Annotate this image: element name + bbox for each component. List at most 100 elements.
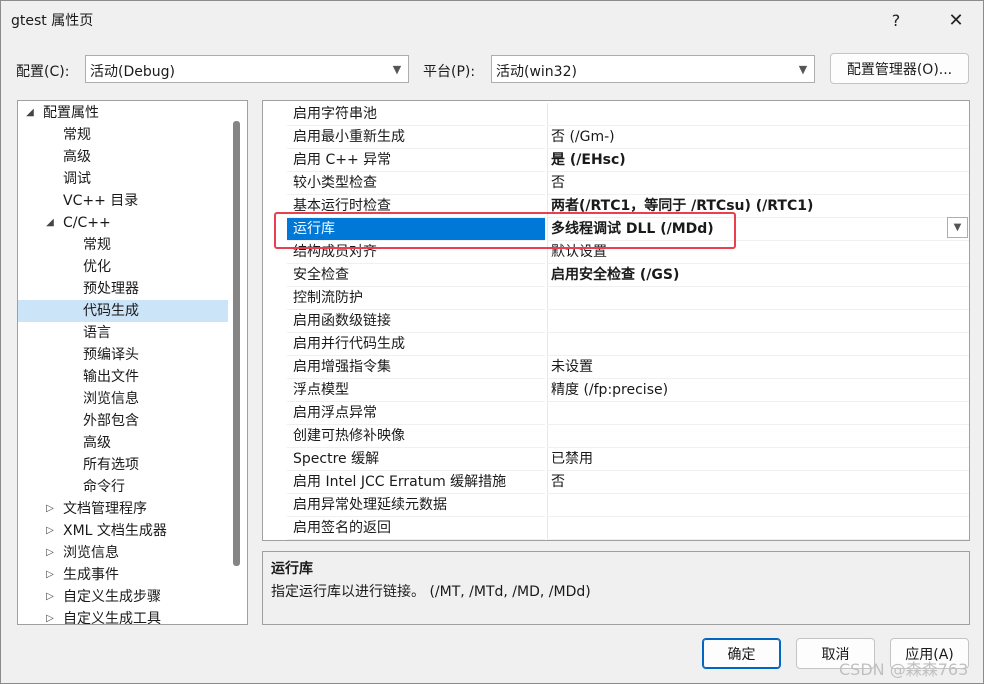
- close-button[interactable]: ✕: [933, 1, 979, 39]
- expand-arrow-icon[interactable]: ▷: [44, 564, 56, 586]
- description-title: 运行库: [271, 561, 313, 577]
- tree-item[interactable]: 浏览信息: [18, 388, 228, 410]
- tree-item-label: 语言: [83, 325, 111, 341]
- property-row[interactable]: 创建可热修补映像: [263, 425, 969, 448]
- tree-item[interactable]: 语言: [18, 322, 228, 344]
- property-name: 控制流防护: [287, 287, 545, 310]
- tree-item[interactable]: ▷ XML 文档生成器: [18, 520, 228, 542]
- collapse-arrow-icon[interactable]: ◢: [24, 102, 36, 124]
- property-name: 启用签名的返回: [287, 517, 545, 540]
- property-row[interactable]: 启用并行代码生成: [263, 333, 969, 356]
- tree-item-label: 自定义生成工具: [63, 611, 161, 625]
- tree-item-label: 优化: [83, 259, 111, 275]
- property-value[interactable]: 启用安全检查 (/GS): [547, 264, 969, 287]
- tree-item[interactable]: VC++ 目录: [18, 190, 228, 212]
- config-label: 配置(C):: [16, 64, 70, 80]
- tree-item[interactable]: 调试: [18, 168, 228, 190]
- tree-item-label: 预处理器: [83, 281, 139, 297]
- property-value[interactable]: 是 (/EHsc): [547, 149, 969, 172]
- expand-arrow-icon[interactable]: ▷: [44, 498, 56, 520]
- tree-item[interactable]: 优化: [18, 256, 228, 278]
- chevron-down-icon: ▼: [953, 222, 962, 233]
- platform-select[interactable]: 活动(win32) ▼: [491, 55, 815, 83]
- tree-item[interactable]: 代码生成: [18, 300, 228, 322]
- tree-item[interactable]: 所有选项: [18, 454, 228, 476]
- tree-item[interactable]: ▷ 生成事件: [18, 564, 228, 586]
- tree-item[interactable]: ▷ 自定义生成步骤: [18, 586, 228, 608]
- property-value[interactable]: [547, 287, 969, 310]
- expand-arrow-icon[interactable]: ▷: [44, 608, 56, 624]
- property-row[interactable]: 启用 C++ 异常是 (/EHsc): [263, 149, 969, 172]
- tree-item-label: 代码生成: [83, 303, 139, 319]
- property-row[interactable]: 启用浮点异常: [263, 402, 969, 425]
- tree-item[interactable]: 常规: [18, 124, 228, 146]
- property-value[interactable]: 否: [547, 471, 969, 494]
- tree-item-label: 命令行: [83, 479, 125, 495]
- property-value[interactable]: [547, 310, 969, 333]
- property-row[interactable]: 安全检查 启用安全检查 (/GS): [263, 264, 969, 287]
- property-name: 启用 Intel JCC Erratum 缓解措施: [287, 471, 545, 494]
- tree-item-label: 高级: [83, 435, 111, 451]
- chevron-down-icon: ▼: [798, 62, 808, 76]
- tree-item[interactable]: 输出文件: [18, 366, 228, 388]
- tree-scrollbar[interactable]: [233, 121, 240, 566]
- property-row[interactable]: 启用 Intel JCC Erratum 缓解措施否: [263, 471, 969, 494]
- property-name: 启用字符串池: [287, 103, 545, 126]
- expand-arrow-icon[interactable]: ▷: [44, 586, 56, 608]
- property-name: 启用并行代码生成: [287, 333, 545, 356]
- collapse-arrow-icon[interactable]: ◢: [44, 212, 56, 234]
- tree-item[interactable]: 高级: [18, 146, 228, 168]
- runtime-library-dropdown-button[interactable]: ▼: [947, 217, 968, 238]
- tree-item-label: 所有选项: [83, 457, 139, 473]
- tree-item-label: 浏览信息: [83, 391, 139, 407]
- tree-item[interactable]: 外部包含: [18, 410, 228, 432]
- property-value[interactable]: [547, 103, 969, 126]
- property-value[interactable]: [547, 517, 969, 540]
- property-tree: ▷ 自定义生成工具 ▷ 自定义生成步骤 ▷ 生成事件 ▷ 浏览信息 ▷ XML 文档生成器 ▷ 文档管…: [17, 100, 248, 625]
- description-text: 指定运行库以进行链接。 (/MT, /MTd, /MD, /MDd): [271, 584, 591, 600]
- tree-item[interactable]: 常规: [18, 234, 228, 256]
- tree-item-label: VC++ 目录: [63, 193, 139, 209]
- property-row[interactable]: Spectre 缓解 已禁用: [263, 448, 969, 471]
- property-row[interactable]: 启用最小重新生成否 (/Gm-): [263, 126, 969, 149]
- property-row[interactable]: 较小类型检查否: [263, 172, 969, 195]
- tree-item[interactable]: 预编译头: [18, 344, 228, 366]
- property-row[interactable]: 启用异常处理延续元数据: [263, 494, 969, 517]
- property-row[interactable]: 启用签名的返回: [263, 517, 969, 540]
- tree-item[interactable]: ◢ C/C++: [18, 212, 228, 234]
- tree-item[interactable]: ▷ 浏览信息: [18, 542, 228, 564]
- property-value[interactable]: 否 (/Gm-): [547, 126, 969, 149]
- expand-arrow-icon[interactable]: ▷: [44, 542, 56, 564]
- property-row[interactable]: 浮点模型 精度 (/fp:precise): [263, 379, 969, 402]
- property-row[interactable]: 启用字符串池: [263, 103, 969, 126]
- property-pages-window: gtest 属性页 ? ✕ 配置(C): 活动(Debug) ▼ 平台(P): …: [0, 0, 984, 684]
- property-name: Spectre 缓解: [287, 448, 545, 471]
- property-value[interactable]: [547, 402, 969, 425]
- property-row[interactable]: 启用函数级链接: [263, 310, 969, 333]
- platform-label: 平台(P):: [423, 64, 476, 80]
- property-value[interactable]: 否: [547, 172, 969, 195]
- tree-item[interactable]: 预处理器: [18, 278, 228, 300]
- config-manager-button[interactable]: 配置管理器(O)...: [830, 53, 969, 84]
- property-value[interactable]: [547, 494, 969, 517]
- property-value[interactable]: 精度 (/fp:precise): [547, 379, 969, 402]
- tree-item[interactable]: 高级: [18, 432, 228, 454]
- property-name: 启用最小重新生成: [287, 126, 545, 149]
- tree-item[interactable]: ▷ 文档管理程序: [18, 498, 228, 520]
- config-select[interactable]: 活动(Debug) ▼: [85, 55, 409, 83]
- tree-item-label: 自定义生成步骤: [63, 589, 161, 605]
- tree-item[interactable]: ▷ 自定义生成工具: [18, 608, 228, 625]
- expand-arrow-icon[interactable]: ▷: [44, 520, 56, 542]
- property-row[interactable]: 控制流防护: [263, 287, 969, 310]
- help-button[interactable]: ?: [873, 1, 919, 39]
- property-value[interactable]: 已禁用: [547, 448, 969, 471]
- property-value[interactable]: [547, 333, 969, 356]
- property-value[interactable]: 未设置: [547, 356, 969, 379]
- property-row[interactable]: 启用增强指令集 未设置: [263, 356, 969, 379]
- tree-item[interactable]: 命令行: [18, 476, 228, 498]
- property-value[interactable]: [547, 425, 969, 448]
- config-value: 活动(Debug): [90, 64, 175, 80]
- tree-item[interactable]: ◢ 配置属性: [18, 102, 228, 124]
- ok-button[interactable]: 确定: [702, 638, 781, 669]
- property-name: 启用浮点异常: [287, 402, 545, 425]
